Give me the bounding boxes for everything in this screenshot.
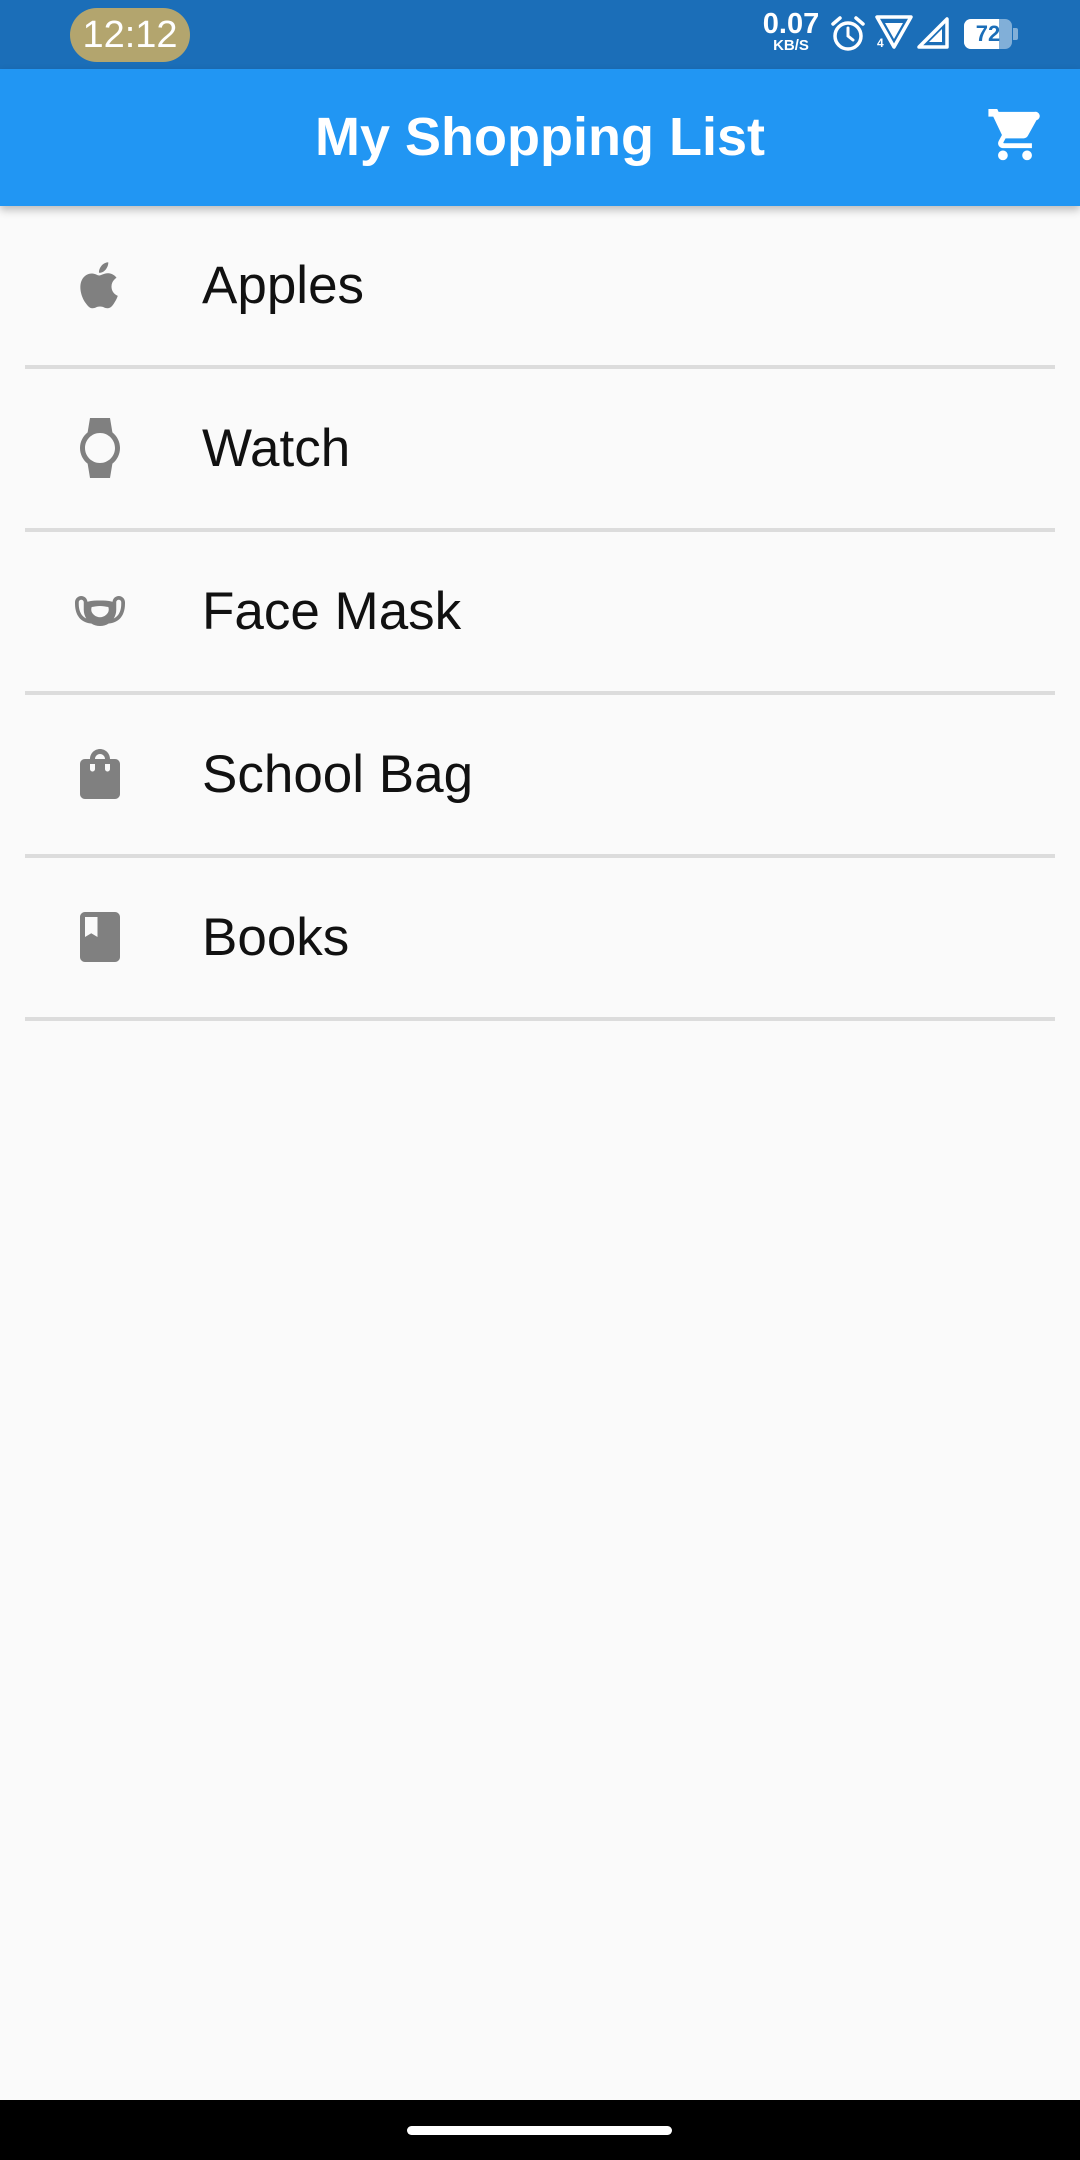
list-item-watch[interactable]: Watch [25,369,1055,532]
page-title: My Shopping List [315,107,765,167]
list-item-label: School Bag [202,745,474,804]
list-item-books[interactable]: Books [25,858,1055,1021]
cart-button[interactable] [982,105,1048,171]
network-type-label: 4 [877,36,884,50]
network-speed-unit: KB/S [773,37,809,54]
list-item-label: Face Mask [202,582,462,641]
network-speed: 0.07 KB/S [758,8,824,54]
apple-icon [70,255,130,315]
navigation-bar [0,2100,1080,2160]
list-item-label: Apples [202,256,365,315]
status-time: 12:12 [70,8,190,62]
app-bar: My Shopping List [0,69,1080,206]
book-icon [70,907,130,967]
battery-level: 72 [975,21,1001,46]
shopping-cart-icon [986,106,1044,168]
watch-icon [70,418,130,478]
alarm-icon [830,15,866,58]
list-item-label: Watch [202,419,351,478]
list-item-school-bag[interactable]: School Bag [25,695,1055,858]
signal-icon [916,16,950,55]
list-item-label: Books [202,908,350,967]
list-item-face-mask[interactable]: Face Mask [25,532,1055,695]
network-speed-value: 0.07 [762,8,820,40]
home-gesture-handle[interactable] [407,2126,672,2135]
shopping-bag-icon [70,744,130,804]
shopping-list: Apples Watch Face Mask School Bag Books [25,206,1055,1021]
battery-icon: 72 [964,19,1018,49]
face-mask-icon [70,581,130,641]
status-bar: 12:12 0.07 KB/S 4 72 [0,0,1080,69]
list-item-apples[interactable]: Apples [25,206,1055,369]
